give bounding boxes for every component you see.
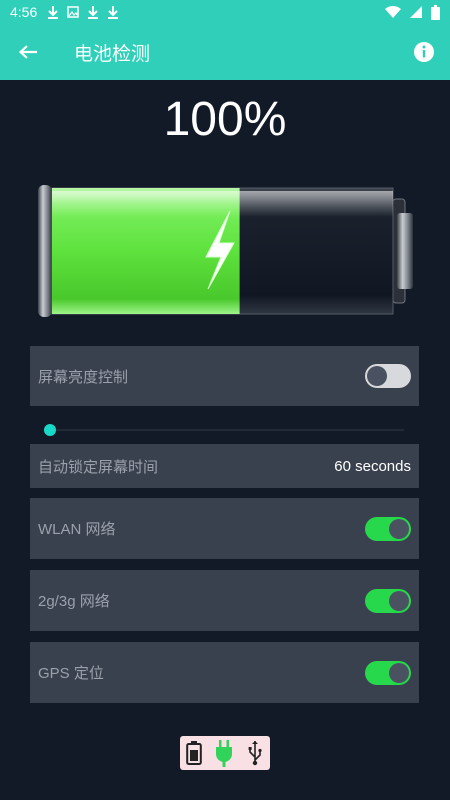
auto-lock-value: 60 seconds — [334, 457, 411, 475]
download-icon — [108, 6, 119, 19]
battery-left-cap — [38, 185, 52, 317]
charging-mode-bar — [180, 736, 270, 770]
wlan-row: WLAN 网络 — [30, 498, 419, 559]
battery-graphic — [38, 185, 413, 317]
wlan-toggle[interactable] — [365, 516, 411, 541]
info-button[interactable] — [412, 40, 436, 64]
gps-row: GPS 定位 — [30, 642, 419, 703]
brightness-slider-thumb[interactable] — [44, 424, 56, 436]
status-time: 4:56 — [10, 4, 38, 20]
brightness-toggle[interactable] — [365, 364, 411, 388]
wlan-label: WLAN 网络 — [38, 521, 116, 538]
page-title: 电池检测 — [74, 43, 151, 65]
status-bar: 4:56 — [0, 0, 450, 24]
wifi-icon — [385, 5, 401, 19]
battery-icon[interactable] — [186, 741, 202, 765]
brightness-control-row: 屏幕亮度控制 — [30, 346, 419, 406]
download-icon — [48, 6, 59, 19]
info-icon — [414, 42, 434, 62]
mobile-network-toggle[interactable] — [365, 588, 411, 613]
back-arrow-icon — [18, 45, 37, 59]
gps-label: GPS 定位 — [38, 665, 104, 682]
app-bar: 电池检测 — [0, 24, 450, 80]
download-icon — [88, 6, 99, 19]
signal-icon — [410, 6, 422, 18]
usb-icon[interactable] — [246, 740, 264, 766]
battery-percent: 100% — [163, 93, 287, 146]
gps-toggle[interactable] — [365, 660, 411, 685]
image-icon — [67, 6, 79, 18]
charger-plug-icon[interactable] — [214, 739, 234, 767]
battery-icon — [431, 4, 440, 20]
brightness-slider[interactable] — [44, 424, 404, 436]
auto-lock-label: 自动锁定屏幕时间 — [38, 458, 159, 476]
auto-lock-row[interactable]: 自动锁定屏幕时间 60 seconds — [30, 444, 419, 488]
battery-terminal — [397, 213, 413, 289]
mobile-network-label: 2g/3g 网络 — [38, 593, 110, 610]
back-button[interactable] — [0, 24, 56, 80]
brightness-label: 屏幕亮度控制 — [38, 368, 129, 386]
mobile-network-row: 2g/3g 网络 — [30, 570, 419, 631]
